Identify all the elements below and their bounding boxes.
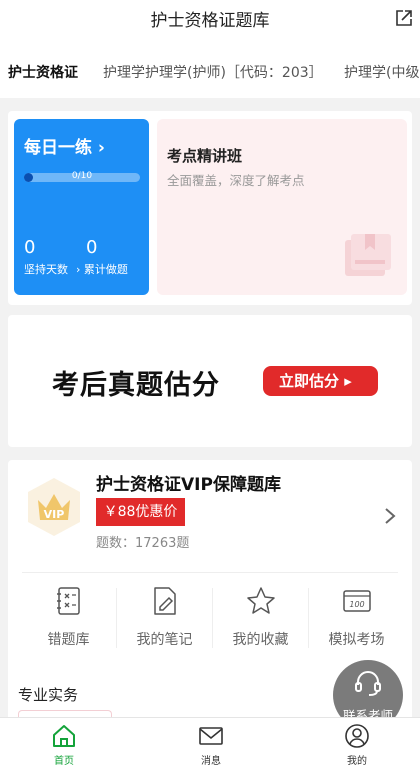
vip-title[interactable]: 护士资格证VIP保障题库 [96,470,281,495]
total-label: › 累计做题 [76,263,128,276]
tab-nurse-cert[interactable]: 护士资格证 [8,62,78,82]
home-icon [53,725,75,747]
star-icon [246,587,275,614]
total-value: 0 [86,237,98,258]
page-title: 护士资格证题库 [150,11,270,31]
estimate-now-button[interactable]: 立即估分 ▸ [263,366,378,396]
mock-exam-label: 模拟考场 [328,632,385,648]
days-value: 0 [24,237,36,258]
key-points-subtitle: 全面覆盖，深度了解考点 [167,173,305,188]
mock-exam-button[interactable]: 100 模拟考场 [309,585,404,651]
days-label: 坚持天数 [24,263,68,276]
svg-text:100: 100 [349,600,364,609]
share-icon[interactable] [394,8,414,28]
my-notes-label: 我的笔记 [136,632,193,648]
vip-badge-icon: VIP [28,478,80,536]
wrong-questions-button[interactable]: 错题库 [21,585,116,651]
score-estimate-banner[interactable]: 考后真题估分 立即估分 ▸ [8,315,412,447]
headset-icon [355,671,381,696]
category-tabs: 护士资格证 护理学护理学(护师)［代码：203］ 护理学(中级 [0,36,420,98]
user-icon [345,724,369,748]
note-icon [153,587,176,615]
wrong-book-icon [56,587,80,615]
exam-paper-icon: 100 [342,590,371,612]
question-count: 题数：17263题 [96,536,190,551]
progress-text: 0/10 [71,171,93,181]
tab-home[interactable]: 首页 [34,723,94,767]
price-tag: ￥88优惠价 [96,498,185,526]
key-points-title: 考点精讲班 [167,147,243,165]
key-points-card[interactable]: 考点精讲班 全面覆盖，深度了解考点 [157,119,407,295]
my-notes-button[interactable]: 我的笔记 [117,585,212,651]
vip-badge-text: VIP [44,508,65,521]
tab-home-label: 首页 [54,756,74,767]
mail-icon [199,727,223,745]
section-title: 专业实务 [18,686,79,704]
wrong-questions-label: 错题库 [47,632,90,648]
divider [22,572,398,573]
bottom-tab-bar: 首页 消息 我的 [0,717,420,773]
my-favorites-label: 我的收藏 [232,632,289,648]
banner-text: 考后真题估分 [52,370,220,401]
chevron-right-icon[interactable] [384,508,396,524]
practice-cards: 每日一练 › 0/10 0 0 坚持天数 › 累计做题 考点精讲班 全面覆盖，深… [8,111,412,305]
tab-nurse-practitioner[interactable]: 护理学护理学(护师)［代码：203］ [103,62,323,82]
tab-nursing-intermediate[interactable]: 护理学(中级 [344,62,419,82]
daily-progress-bar: 0/10 [24,171,140,182]
top-bar: 护士资格证题库 [0,0,420,36]
tab-profile[interactable]: 我的 [327,723,387,767]
my-favorites-button[interactable]: 我的收藏 [213,585,308,651]
book-icon [345,234,391,276]
daily-practice-card[interactable]: 每日一练 › 0/10 0 0 坚持天数 › 累计做题 [14,119,149,295]
tab-messages[interactable]: 消息 [181,723,241,767]
tab-messages-label: 消息 [201,756,221,767]
tab-profile-label: 我的 [347,756,367,767]
daily-practice-title: 每日一练 › [24,138,105,158]
